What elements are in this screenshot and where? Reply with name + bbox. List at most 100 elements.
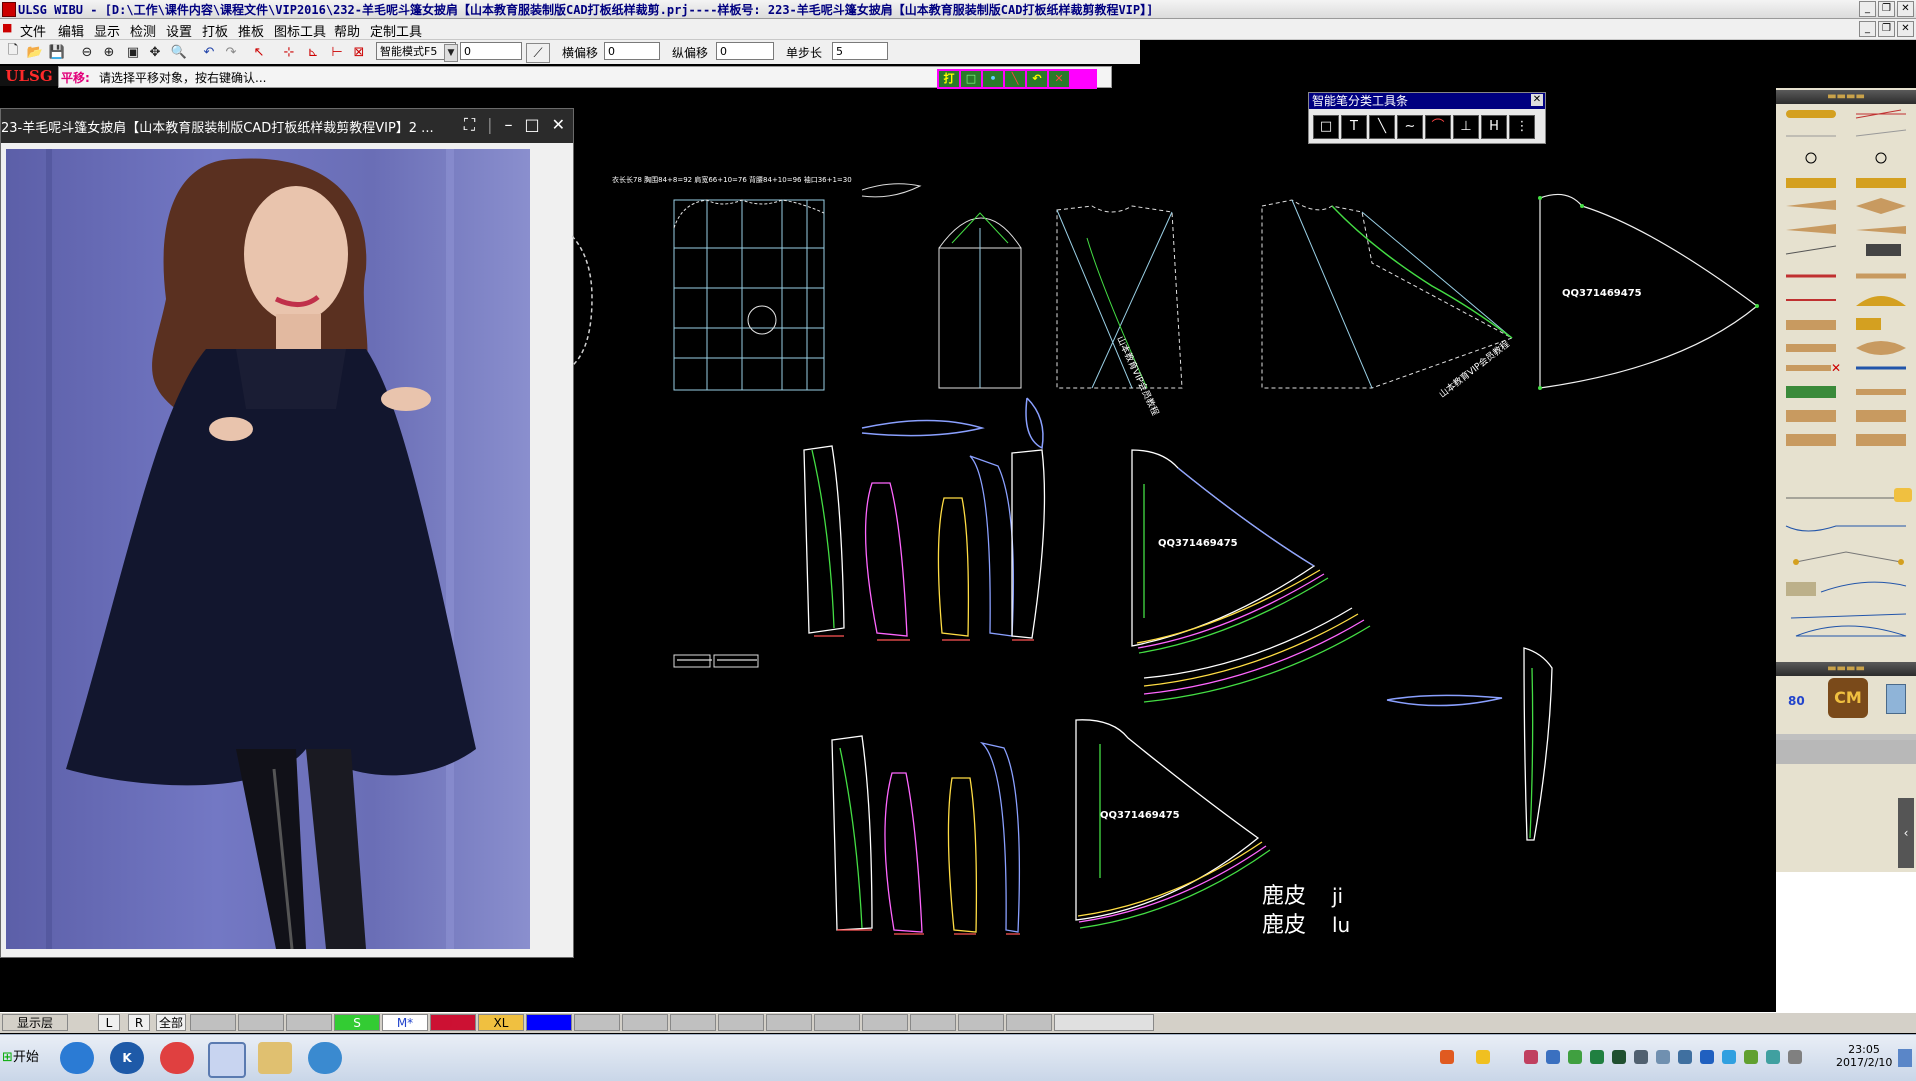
layer-slot[interactable] [238,1014,284,1031]
snap-rect-icon[interactable]: □ [961,71,981,87]
v-offset-input[interactable]: 0 [716,42,774,60]
restore-button[interactable]: ❐ [1878,1,1895,17]
mdi-minimize-button[interactable]: _ [1859,21,1876,37]
volume-icon[interactable] [1788,1050,1802,1064]
menu-custom-tools[interactable]: 定制工具 [370,21,422,40]
align-tool-icon[interactable]: ⊢ [328,43,346,61]
layer-slot[interactable] [766,1014,812,1031]
tray-icon[interactable] [1568,1050,1582,1064]
h-offset-input[interactable]: 0 [604,42,660,60]
curve-tool-icon[interactable]: ∼ [1397,115,1423,139]
tray-icon[interactable] [1700,1050,1714,1064]
clock[interactable]: 23:05 2017/2/10 [1836,1043,1892,1069]
layer-slot[interactable] [862,1014,908,1031]
arc-tool-icon[interactable]: ⌒ [1425,115,1451,139]
value-input[interactable]: 0 [460,42,522,60]
dashed-tool-icon[interactable]: ⋮ [1509,115,1535,139]
size-m-button[interactable]: M* [382,1014,428,1031]
input-method-icon[interactable] [1440,1050,1454,1064]
viewer-minimize-icon[interactable]: – [504,115,512,135]
chevron-down-icon[interactable]: ▼ [444,44,458,62]
tray-icon[interactable] [1722,1050,1736,1064]
show-desktop-button[interactable] [1898,1049,1912,1067]
snap-mode-icon[interactable]: 打 [939,71,959,87]
cad-canvas[interactable]: 衣长长78 胸围84+8=92 肩宽66+10=76 背腰84+10=96 袖口… [571,88,1774,1012]
tray-icon[interactable] [1590,1050,1604,1064]
layer-slot[interactable] [190,1014,236,1031]
size-xl-button[interactable]: XL [478,1014,524,1031]
zoom-out-icon[interactable]: ⊖ [78,43,96,61]
h-tool-icon[interactable]: H [1481,115,1507,139]
menu-check[interactable]: 检测 [130,21,156,40]
tray-icon[interactable] [1656,1050,1670,1064]
step-input[interactable]: 5 [832,42,888,60]
open-file-icon[interactable]: 📂 [26,43,44,61]
zoom-window-icon[interactable]: 🔍 [170,43,188,61]
close-button[interactable]: ✕ [1897,1,1914,17]
redo-icon[interactable]: ↷ [222,43,240,61]
layer-slot[interactable] [1006,1014,1052,1031]
tray-icon[interactable] [1524,1050,1538,1064]
menu-file[interactable]: 文件 [20,21,46,40]
pan-icon[interactable]: ✥ [146,43,164,61]
qq-icon[interactable] [1476,1050,1490,1064]
ie-icon[interactable] [308,1042,342,1074]
folder-icon[interactable] [258,1042,292,1074]
tray-icon[interactable] [1744,1050,1758,1064]
layer-slot[interactable] [718,1014,764,1031]
layer-slot[interactable] [910,1014,956,1031]
layer-slot[interactable] [286,1014,332,1031]
panel-collapse-icon[interactable]: ‹ [1898,798,1914,868]
fullscreen-icon[interactable]: ⛶ [464,115,475,135]
tray-icon[interactable] [1678,1050,1692,1064]
layer-slot[interactable] [814,1014,860,1031]
tray-icon[interactable] [1612,1050,1626,1064]
measure-tool-icon[interactable]: ⊾ [304,43,322,61]
doc-icon[interactable]: ■ [2,21,12,34]
size-blue-button[interactable] [526,1014,572,1031]
snap-arrow-icon[interactable]: ↶ [1027,71,1047,87]
undo-icon[interactable]: ↶ [200,43,218,61]
zoom-in-icon[interactable]: ⊕ [100,43,118,61]
select-icon[interactable]: ↖ [250,43,268,61]
player-icon[interactable] [160,1042,194,1074]
menu-icon-tools[interactable]: 图标工具 [274,21,326,40]
unit-button[interactable]: CM [1828,678,1868,718]
menu-edit[interactable]: 编辑 [58,21,84,40]
mdi-close-button[interactable]: ✕ [1897,21,1914,37]
tray-icon[interactable] [1634,1050,1648,1064]
layer-slot[interactable] [1054,1014,1154,1031]
menu-help[interactable]: 帮助 [334,21,360,40]
layer-slot[interactable] [958,1014,1004,1031]
layer-r-button[interactable]: R [128,1014,150,1031]
curve-tool-icon[interactable]: ⟋ [526,43,550,63]
menu-view[interactable]: 显示 [94,21,120,40]
start-button[interactable]: ⊞开始 [2,1045,42,1071]
palette-close-icon[interactable]: ✕ [1531,94,1543,106]
tray-icon[interactable] [1546,1050,1560,1064]
viewer-maximize-icon[interactable]: □ [524,115,539,135]
menu-drafting[interactable]: 打板 [202,21,228,40]
layer-all-button[interactable]: 全部 [156,1014,186,1031]
snap-tool-icon[interactable]: ⊠ [350,43,368,61]
k-app-icon[interactable]: K [110,1042,144,1074]
calculator-icon[interactable] [1886,684,1906,714]
cad-app-icon[interactable] [208,1042,246,1078]
layer-l-button[interactable]: L [98,1014,120,1031]
save-icon[interactable]: 💾 [48,43,66,61]
layer-slot[interactable] [670,1014,716,1031]
tray-icon[interactable] [1766,1050,1780,1064]
menu-grading[interactable]: 推板 [238,21,264,40]
snap-line-icon[interactable]: ╲ [1005,71,1025,87]
layer-slot[interactable] [622,1014,668,1031]
rect-tool-icon[interactable]: □ [1313,115,1339,139]
menu-settings[interactable]: 设置 [166,21,192,40]
size-s-button[interactable]: S [334,1014,380,1031]
zoom-fit-icon[interactable]: ▣ [124,43,142,61]
minimize-button[interactable]: _ [1859,1,1876,17]
line-tool-icon[interactable]: ╲ [1369,115,1395,139]
mdi-restore-button[interactable]: ❐ [1878,21,1895,37]
point-tool-icon[interactable]: ⊹ [280,43,298,61]
new-file-icon[interactable]: 🗋 [4,43,22,61]
browser-icon[interactable] [60,1042,94,1074]
